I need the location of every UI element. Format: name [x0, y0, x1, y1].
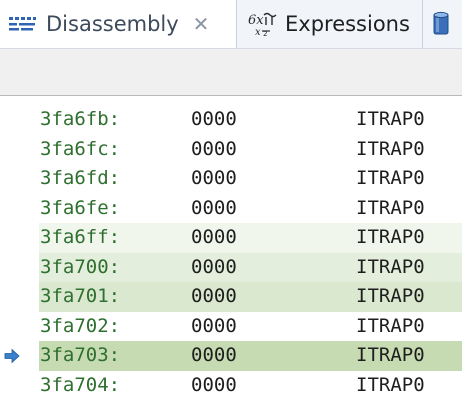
- svg-text:6x: 6x: [248, 13, 264, 28]
- address: 3fa701:: [40, 285, 121, 307]
- mnemonic: ITRAP0: [356, 226, 425, 248]
- tab-overflow[interactable]: [423, 0, 462, 48]
- disassembly-list[interactable]: 3fa6fb: 0000 ITRAP0 3fa6fc: 0000 ITRAP0 …: [0, 105, 462, 400]
- opcode: 0000: [191, 314, 237, 337]
- tab-expressions-label: Expressions: [285, 12, 410, 36]
- opcode: 0000: [191, 373, 237, 396]
- opcode: 0000: [191, 196, 237, 219]
- opcode: 0000: [191, 137, 237, 160]
- address: 3fa6fe:: [40, 196, 121, 219]
- svg-text:x: x: [255, 27, 261, 37]
- close-icon[interactable]: ✕: [193, 12, 210, 36]
- mnemonic: ITRAP0: [356, 167, 425, 189]
- address: 3fa700:: [40, 255, 121, 278]
- address: 3fa703:: [40, 344, 121, 366]
- mnemonic: ITRAP0: [356, 196, 425, 219]
- disassembly-row[interactable]: 3fa6fd: 0000 ITRAP0: [0, 164, 462, 194]
- disassembly-row[interactable]: 3fa701: 0000 ITRAP0: [0, 282, 462, 312]
- mnemonic: ITRAP0: [356, 285, 425, 307]
- disassembly-row[interactable]: 3fa6fc: 0000 ITRAP0: [0, 135, 462, 165]
- view-toolbar: [0, 48, 462, 96]
- opcode: 0000: [191, 167, 237, 189]
- address: 3fa6fc:: [40, 137, 121, 160]
- svg-text:2: 2: [263, 30, 267, 37]
- address: 3fa6fd:: [40, 167, 121, 189]
- disassembly-icon: [9, 17, 36, 31]
- mnemonic: ITRAP0: [356, 255, 425, 278]
- opcode: 0000: [191, 226, 237, 248]
- current-instruction-arrow-icon: [4, 348, 20, 364]
- address: 3fa704:: [40, 373, 121, 396]
- tab-disassembly[interactable]: Disassembly ✕: [0, 0, 237, 48]
- disassembly-row-current[interactable]: 3fa703: 0000 ITRAP0: [0, 341, 462, 371]
- opcode: 0000: [191, 108, 237, 130]
- expressions-icon: 6x x 2: [248, 12, 277, 37]
- disassembly-row[interactable]: 3fa702: 0000 ITRAP0: [0, 312, 462, 342]
- tab-expressions[interactable]: 6x x 2 Expressions: [237, 0, 423, 48]
- disassembly-row[interactable]: 3fa6fe: 0000 ITRAP0: [0, 194, 462, 224]
- address: 3fa6ff:: [40, 226, 121, 248]
- address: 3fa6fb:: [40, 108, 121, 130]
- tab-disassembly-label: Disassembly: [46, 12, 179, 36]
- disassembly-row[interactable]: 3fa704: 0000 ITRAP0: [0, 371, 462, 401]
- opcode: 0000: [191, 285, 237, 307]
- disassembly-row[interactable]: 3fa700: 0000 ITRAP0: [0, 252, 462, 282]
- opcode: 0000: [191, 344, 237, 366]
- mnemonic: ITRAP0: [356, 108, 425, 130]
- disassembly-row[interactable]: 3fa6fb: 0000 ITRAP0: [0, 105, 462, 135]
- disassembly-row[interactable]: 3fa6ff: 0000 ITRAP0: [0, 223, 462, 253]
- mnemonic: ITRAP0: [356, 373, 425, 396]
- cylinder-icon: [433, 11, 449, 35]
- mnemonic: ITRAP0: [356, 137, 425, 160]
- view-tab-bar: Disassembly ✕ 6x x 2 Expressions: [0, 0, 462, 48]
- mnemonic: ITRAP0: [356, 344, 425, 366]
- address: 3fa702:: [40, 314, 121, 337]
- mnemonic: ITRAP0: [356, 314, 425, 337]
- opcode: 0000: [191, 255, 237, 278]
